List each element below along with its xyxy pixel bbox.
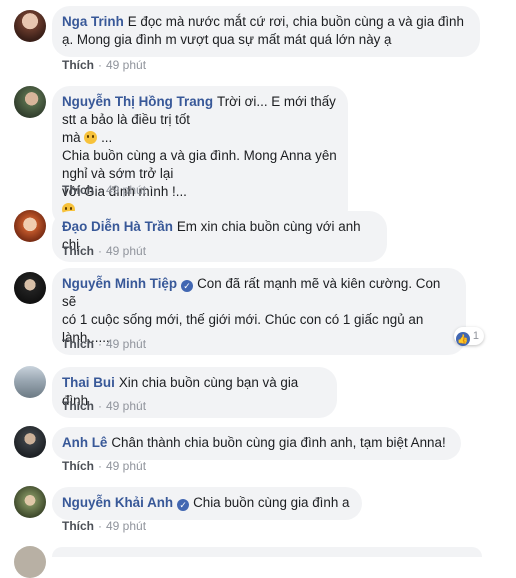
author-name[interactable]: Nguyễn Khải Anh <box>62 495 173 510</box>
timestamp[interactable]: 49 phút <box>106 58 146 72</box>
separator: · <box>98 58 102 72</box>
comment-bubble: Nguyễn Khải Anh ✓ Chia buồn cùng gia đình … <box>52 487 362 520</box>
separator: · <box>98 244 102 258</box>
comment-text: Chia buồn cùng a và gia đình. Mong Anna … <box>62 148 337 181</box>
comment-meta: Thích · 49 phút <box>62 243 146 259</box>
author-name[interactable]: Nguyễn Thị Hồng Trang <box>62 94 213 109</box>
like-link[interactable]: Thích <box>62 58 94 72</box>
verified-badge-icon: ✓ <box>181 280 194 292</box>
separator: · <box>98 399 102 413</box>
author-name[interactable]: Anh Lê <box>62 435 107 450</box>
separator: · <box>98 459 102 473</box>
author-name[interactable]: Nguyễn Minh Tiệp <box>62 276 177 291</box>
timestamp[interactable]: 49 phút <box>106 459 146 473</box>
comment-meta: Thích · 49 phút <box>62 398 146 414</box>
separator: · <box>98 519 102 533</box>
avatar[interactable] <box>14 210 46 242</box>
timestamp[interactable]: 49 phút <box>106 399 146 413</box>
comment-bubble-partial <box>52 547 482 557</box>
avatar[interactable] <box>14 426 46 458</box>
comment-text: Chân thành chia buồn cùng gia đình anh, … <box>111 435 446 450</box>
like-link[interactable]: Thích <box>62 519 94 533</box>
comment-meta: Thích · 49 phút <box>62 458 146 474</box>
timestamp[interactable]: 49 phút <box>106 337 146 351</box>
like-link[interactable]: Thích <box>62 459 94 473</box>
comment-text: có 1 cuộc sống mới, thế giới mới. Chúc c… <box>62 312 424 327</box>
separator: · <box>98 183 102 197</box>
avatar[interactable] <box>14 546 46 578</box>
author-name[interactable]: Nga Trinh <box>62 14 124 29</box>
like-reaction-icon: 👍 <box>455 332 470 346</box>
avatar[interactable] <box>14 10 46 42</box>
avatar[interactable] <box>14 486 46 518</box>
comment-meta: Thích · 49 phút <box>62 518 146 534</box>
timestamp[interactable]: 49 phút <box>106 519 146 533</box>
like-link[interactable]: Thích <box>62 183 94 197</box>
timestamp[interactable]: 49 phút <box>106 183 146 197</box>
comment-meta: Thích · 49 phút <box>62 336 146 352</box>
comment-text: mà <box>62 130 81 145</box>
reaction-summary[interactable]: 👍 1 <box>453 327 484 346</box>
sad-emoji-icon <box>84 131 98 144</box>
comment-meta: Thích · 49 phút <box>62 57 146 73</box>
author-name[interactable]: Đạo Diễn Hà Trần <box>62 219 173 234</box>
timestamp[interactable]: 49 phút <box>106 244 146 258</box>
like-link[interactable]: Thích <box>62 337 94 351</box>
author-name[interactable]: Thai Bui <box>62 375 115 390</box>
comment-bubble: Nga Trinh E đọc mà nước mắt cứ rơi, chia … <box>52 6 480 57</box>
verified-badge-icon: ✓ <box>177 499 190 511</box>
comment-text: ạ. Mong gia đình m vượt qua sự mất mát q… <box>62 32 392 47</box>
comment-bubble: Nguyễn Thị Hồng Trang Trời ơi... E mới th… <box>52 86 348 227</box>
separator: · <box>98 337 102 351</box>
avatar[interactable] <box>14 86 46 118</box>
comment-text: Chia buồn cùng gia đình a <box>193 495 350 510</box>
comment-text: E đọc mà nước mắt cứ rơi, chia buồn cùng… <box>127 14 464 29</box>
reaction-count: 1 <box>472 330 479 342</box>
comment-meta: Thích · 49 phút <box>62 182 146 198</box>
avatar[interactable] <box>14 366 46 398</box>
like-link[interactable]: Thích <box>62 244 94 258</box>
like-link[interactable]: Thích <box>62 399 94 413</box>
comment-text: ... <box>101 130 113 145</box>
comment-bubble: Anh Lê Chân thành chia buồn cùng gia đình… <box>52 427 461 460</box>
avatar[interactable] <box>14 272 46 304</box>
